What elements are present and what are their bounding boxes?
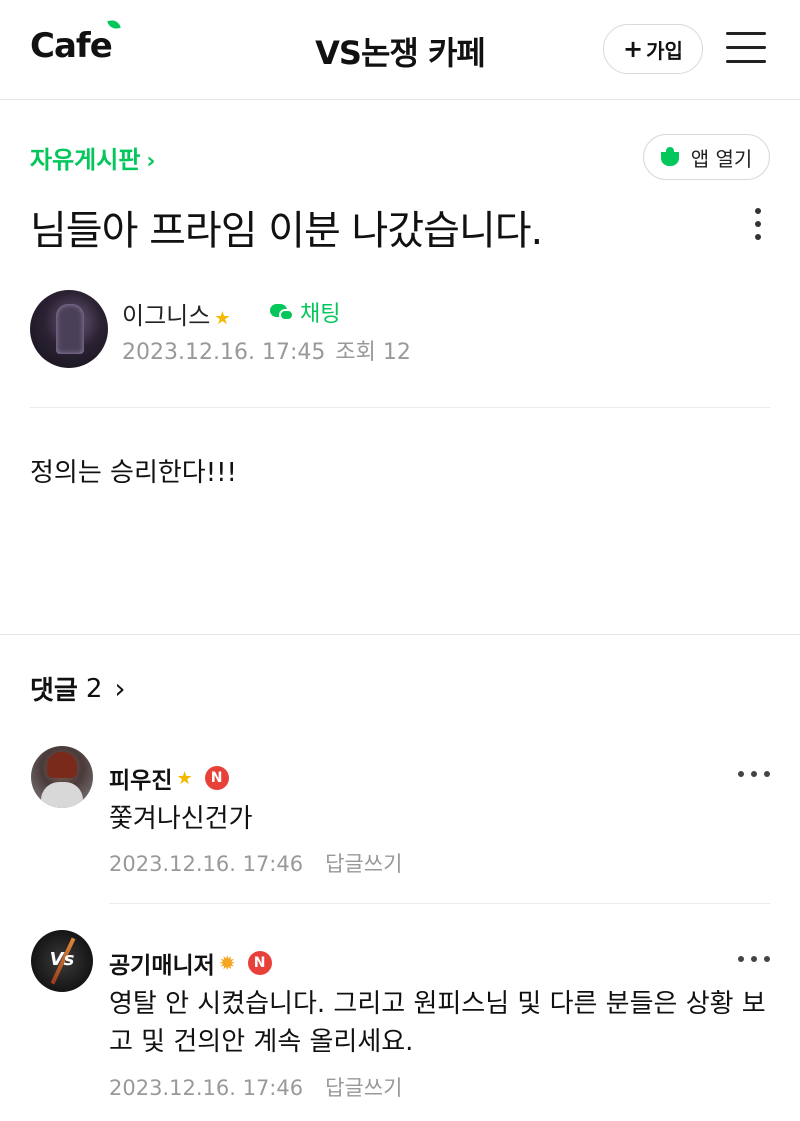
board-link[interactable]: 자유게시판 › <box>30 140 155 175</box>
comment-text: 영탈 안 시켰습니다. 그리고 원피스님 및 다른 분들은 상황 보고 및 건의… <box>109 989 766 1057</box>
chevron-right-icon: › <box>146 149 156 174</box>
author-name-text: 이그니스 <box>122 302 211 330</box>
join-button-label: 가입 <box>646 38 683 63</box>
comment-avatar[interactable] <box>31 746 93 808</box>
comments-label: 댓글 <box>30 676 78 706</box>
post-more-icon[interactable] <box>750 208 766 242</box>
comment-date: 2023.12.16. 17:46 <box>109 852 304 876</box>
coffee-cup-icon <box>660 147 683 167</box>
open-app-button[interactable]: 앱 열기 <box>643 134 770 180</box>
reply-button[interactable]: 답글쓰기 <box>325 1076 402 1100</box>
hamburger-menu-icon[interactable] <box>726 30 768 64</box>
post-body: 정의는 승리한다!!! <box>30 458 237 488</box>
chat-bubble-icon <box>270 302 296 322</box>
comment-date: 2023.12.16. 17:46 <box>109 1076 304 1100</box>
post-date: 2023.12.16. 17:45 <box>122 340 326 365</box>
comment-author[interactable]: 공기매니저 ✹ N <box>109 946 272 980</box>
comment-text: 쫓겨나신건가 <box>109 804 253 834</box>
comment-author-text: 피우진 <box>109 768 173 794</box>
star-icon: ★ <box>214 308 231 329</box>
open-app-label: 앱 열기 <box>690 146 753 171</box>
chat-button[interactable]: 채팅 <box>270 296 340 328</box>
chevron-right-icon: › <box>114 672 126 705</box>
author-avatar[interactable] <box>30 290 108 368</box>
comment-more-icon[interactable] <box>738 956 770 964</box>
divider <box>30 407 770 408</box>
join-button[interactable]: + 가입 <box>603 24 703 74</box>
comment-avatar[interactable]: Vs <box>31 930 93 992</box>
comment-author[interactable]: 피우진 ★ N <box>109 761 229 795</box>
divider <box>109 903 770 904</box>
comment-more-icon[interactable] <box>738 771 770 779</box>
comments-header[interactable]: 댓글 2 › <box>30 670 126 707</box>
author-name[interactable]: 이그니스 ★ <box>122 296 230 331</box>
comment-meta: 2023.12.16. 17:46 답글쓰기 <box>109 848 402 878</box>
star-icon: ★ <box>176 767 193 789</box>
post-meta: 2023.12.16. 17:45 조회 12 <box>122 334 411 366</box>
post-title: 님들아 프라임 이분 나갔습니다. <box>30 208 543 254</box>
new-badge: N <box>247 951 272 975</box>
section-divider <box>0 634 800 635</box>
board-name: 자유게시판 <box>30 146 141 174</box>
plus-icon: + <box>623 35 644 63</box>
app-header: Cafe VS논쟁 카페 + 가입 <box>0 0 800 100</box>
chat-label: 채팅 <box>300 302 341 327</box>
sun-icon: ✹ <box>218 951 236 975</box>
comments-count: 2 <box>85 673 103 704</box>
reply-button[interactable]: 답글쓰기 <box>325 852 402 876</box>
avatar-logo-text: Vs <box>49 949 75 970</box>
comment-meta: 2023.12.16. 17:46 답글쓰기 <box>109 1072 402 1102</box>
post-views: 조회 12 <box>335 340 411 365</box>
comment-author-text: 공기매니저 <box>109 953 215 979</box>
new-badge: N <box>204 766 229 790</box>
